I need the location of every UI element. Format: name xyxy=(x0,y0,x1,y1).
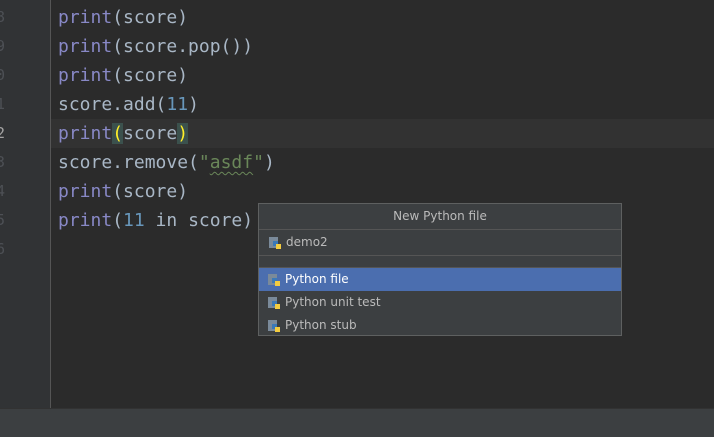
line-number: 2 xyxy=(0,124,6,142)
line-number: 0 xyxy=(0,66,6,84)
code-token: score.add( xyxy=(58,94,167,115)
python-file-icon xyxy=(268,319,280,332)
code-line[interactable]: print(score) xyxy=(51,3,714,32)
code-line[interactable]: print(score) xyxy=(51,61,714,90)
code-token: " xyxy=(198,152,210,173)
code-token: asdf xyxy=(209,152,254,173)
python-file-icon xyxy=(268,273,280,286)
code-token: ) xyxy=(263,152,275,173)
code-token: (score.pop()) xyxy=(112,36,254,57)
code-token: print xyxy=(58,210,113,231)
code-token: ) xyxy=(188,94,199,115)
template-option[interactable]: Python file xyxy=(259,268,621,291)
code-line[interactable]: score.remove("asdf") xyxy=(51,148,714,177)
code-token: ( xyxy=(112,123,124,144)
code-token: ) xyxy=(177,123,189,144)
code-line[interactable]: score.add(11) xyxy=(51,90,714,119)
python-file-icon xyxy=(269,236,281,249)
code-token: (score) xyxy=(112,7,189,28)
code-token: (score) xyxy=(112,181,189,202)
line-number: 3 xyxy=(0,153,6,171)
code-token: (score) xyxy=(112,65,189,86)
line-number: 1 xyxy=(0,95,6,113)
code-line[interactable]: print(score.pop()) xyxy=(51,32,714,61)
code-token: score.remove( xyxy=(58,152,199,173)
code-token: ( xyxy=(112,210,124,231)
line-number: 4 xyxy=(0,182,6,200)
line-number: 9 xyxy=(0,37,6,55)
line-number: 6 xyxy=(0,240,6,258)
code-token: in score) xyxy=(144,210,254,231)
file-name-value: demo2 xyxy=(286,235,328,249)
line-number: 8 xyxy=(0,8,6,26)
code-line[interactable]: print(score) xyxy=(51,177,714,206)
new-python-file-dialog: New Python file demo2 Python file Python … xyxy=(258,203,622,336)
template-option-label: Python unit test xyxy=(285,295,381,309)
file-name-input[interactable]: demo2 xyxy=(259,230,621,256)
code-token: " xyxy=(253,152,264,173)
code-token: print xyxy=(58,36,113,57)
line-number: 5 xyxy=(0,211,6,229)
code-token: print xyxy=(58,123,113,144)
dialog-title: New Python file xyxy=(259,204,621,230)
dialog-separator xyxy=(259,256,621,268)
code-token: print xyxy=(58,7,113,28)
code-token: print xyxy=(58,181,113,202)
template-option[interactable]: Python unit test xyxy=(259,291,621,314)
code-token: 11 xyxy=(166,94,189,115)
code-token: score xyxy=(123,123,178,144)
template-option-label: Python stub xyxy=(285,318,357,332)
template-option[interactable]: Python stub xyxy=(259,314,621,337)
template-option-label: Python file xyxy=(285,272,349,286)
code-token: print xyxy=(58,65,113,86)
status-bar xyxy=(0,408,714,437)
code-line[interactable]: print(score) xyxy=(51,119,714,148)
python-file-icon xyxy=(268,296,280,309)
code-token: 11 xyxy=(123,210,145,231)
line-number-gutter: 8 9 0 1 2 3 4 5 6 xyxy=(0,0,51,408)
